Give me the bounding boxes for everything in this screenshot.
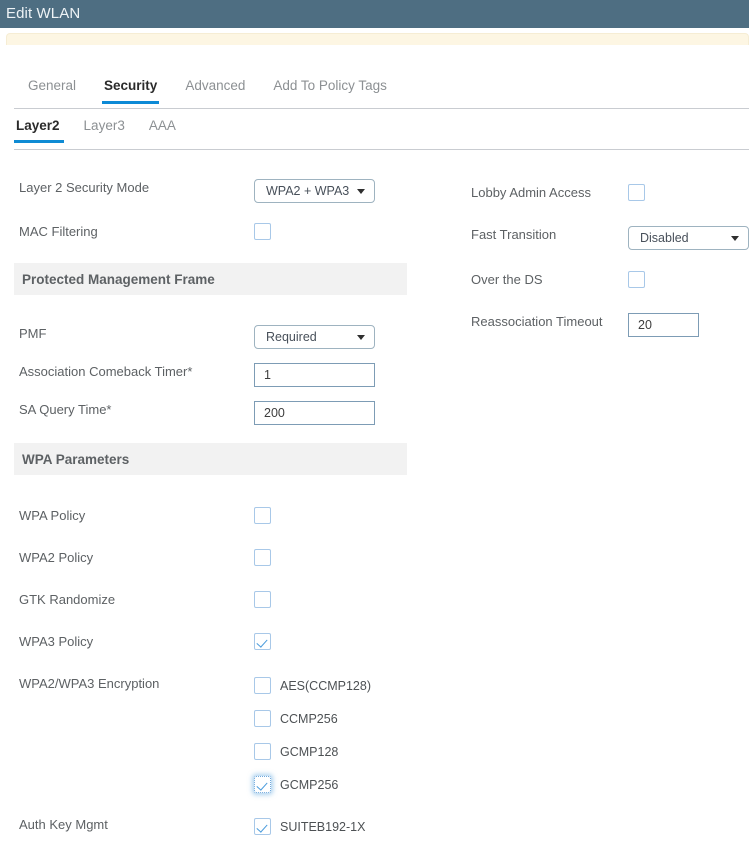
gtk-randomize-label: GTK Randomize bbox=[19, 592, 116, 607]
wpa2-policy-checkbox[interactable] bbox=[254, 549, 271, 566]
secondary-tab-bar: Layer2 Layer3 AAA bbox=[0, 117, 749, 149]
gcmp256-checkbox[interactable] bbox=[254, 776, 271, 793]
security-form-right-column: Lobby Admin Access Fast Transition Disab… bbox=[455, 170, 749, 337]
mac-filtering-checkbox[interactable] bbox=[254, 223, 271, 240]
tab-security-label: Security bbox=[104, 78, 158, 93]
auth-key-mgmt-option-suiteb192-1x: SUITEB192-1X bbox=[254, 816, 365, 837]
tab-aaa-label: AAA bbox=[148, 118, 176, 133]
ccmp256-label: CCMP256 bbox=[280, 711, 338, 726]
suiteb192-1x-checkbox[interactable] bbox=[254, 818, 271, 835]
tab-layer2-label: Layer2 bbox=[16, 118, 60, 133]
fast-transition-label: Fast Transition bbox=[471, 227, 557, 242]
field-wpa2-wpa3-encryption: WPA2/WPA3 Encryption AES(CCMP128) CCMP25… bbox=[0, 675, 430, 795]
tab-layer3-label: Layer3 bbox=[83, 118, 125, 133]
field-wpa3-policy: WPA3 Policy bbox=[0, 633, 430, 654]
encryption-option-ccmp256: CCMP256 bbox=[254, 708, 371, 729]
tab-advanced[interactable]: Advanced bbox=[171, 76, 259, 104]
secondary-tab-divider bbox=[14, 149, 749, 150]
association-comeback-timer-input[interactable]: 1 bbox=[254, 363, 375, 387]
section-header-protected-management-frame: Protected Management Frame bbox=[14, 263, 407, 295]
primary-tab-bar: General Security Advanced Add To Policy … bbox=[0, 76, 749, 109]
protected-management-frame-heading: Protected Management Frame bbox=[22, 271, 215, 287]
sa-query-time-input[interactable]: 200 bbox=[254, 401, 375, 425]
pmf-dropdown[interactable]: Required bbox=[254, 325, 375, 349]
aes-ccmp128-checkbox[interactable] bbox=[254, 677, 271, 694]
wpa-policy-label: WPA Policy bbox=[19, 508, 86, 523]
sa-query-time-value: 200 bbox=[264, 406, 285, 420]
chevron-down-icon bbox=[357, 189, 365, 194]
wpa2-wpa3-encryption-label: WPA2/WPA3 Encryption bbox=[19, 676, 160, 691]
tab-add-to-policy-tags[interactable]: Add To Policy Tags bbox=[259, 76, 401, 104]
notification-banner bbox=[6, 33, 749, 45]
page-title: Edit WLAN bbox=[6, 5, 81, 22]
field-sa-query-time: SA Query Time* 200 bbox=[0, 401, 430, 425]
encryption-option-aes-ccmp128: AES(CCMP128) bbox=[254, 675, 371, 696]
aes-ccmp128-label: AES(CCMP128) bbox=[280, 678, 371, 693]
reassociation-timeout-input[interactable]: 20 bbox=[628, 313, 699, 337]
primary-tab-divider bbox=[14, 108, 749, 109]
encryption-option-list: AES(CCMP128) CCMP256 GCMP128 GCMP256 bbox=[254, 675, 371, 795]
security-form-left-column: Layer 2 Security Mode WPA2 + WPA3 MAC Fi… bbox=[0, 165, 430, 837]
tab-security[interactable]: Security bbox=[90, 76, 171, 104]
gcmp128-label: GCMP128 bbox=[280, 744, 339, 759]
tab-general[interactable]: General bbox=[14, 76, 90, 104]
encryption-option-gcmp128: GCMP128 bbox=[254, 741, 371, 762]
mac-filtering-label: MAC Filtering bbox=[19, 224, 98, 239]
layer2-security-mode-value: WPA2 + WPA3 bbox=[266, 184, 350, 198]
over-the-ds-label: Over the DS bbox=[471, 272, 543, 287]
fast-transition-dropdown[interactable]: Disabled bbox=[628, 226, 749, 250]
tab-general-label: General bbox=[28, 78, 77, 93]
wpa-policy-checkbox[interactable] bbox=[254, 507, 271, 524]
wpa3-policy-label: WPA3 Policy bbox=[19, 634, 94, 649]
association-comeback-timer-label: Association Comeback Timer* bbox=[19, 364, 193, 379]
field-fast-transition: Fast Transition Disabled bbox=[455, 226, 749, 250]
tab-layer3[interactable]: Layer3 bbox=[72, 117, 137, 143]
layer2-security-mode-label: Layer 2 Security Mode bbox=[19, 180, 150, 195]
layer2-security-mode-dropdown[interactable]: WPA2 + WPA3 bbox=[254, 179, 375, 203]
wpa-parameters-heading: WPA Parameters bbox=[22, 451, 130, 467]
field-auth-key-mgmt: Auth Key Mgmt SUITEB192-1X bbox=[0, 816, 430, 837]
window-title-bar: Edit WLAN bbox=[0, 0, 749, 28]
wpa2-policy-label: WPA2 Policy bbox=[19, 550, 94, 565]
section-header-wpa-parameters: WPA Parameters bbox=[14, 443, 407, 475]
field-mac-filtering: MAC Filtering bbox=[0, 223, 430, 244]
auth-key-mgmt-label: Auth Key Mgmt bbox=[19, 817, 108, 832]
encryption-option-gcmp256: GCMP256 bbox=[254, 774, 371, 795]
over-the-ds-checkbox[interactable] bbox=[628, 271, 645, 288]
pmf-label: PMF bbox=[19, 326, 47, 341]
lobby-admin-access-checkbox[interactable] bbox=[628, 184, 645, 201]
field-association-comeback-timer: Association Comeback Timer* 1 bbox=[0, 363, 430, 387]
sa-query-time-label: SA Query Time* bbox=[19, 402, 112, 417]
reassociation-timeout-label: Reassociation Timeout bbox=[471, 314, 603, 329]
field-over-the-ds: Over the DS bbox=[455, 271, 749, 292]
suiteb192-1x-label: SUITEB192-1X bbox=[280, 819, 366, 834]
field-reassociation-timeout: Reassociation Timeout 20 bbox=[455, 313, 749, 337]
tab-advanced-label: Advanced bbox=[185, 78, 246, 93]
field-lobby-admin-access: Lobby Admin Access bbox=[455, 184, 749, 205]
field-pmf: PMF Required bbox=[0, 325, 430, 349]
gcmp128-checkbox[interactable] bbox=[254, 743, 271, 760]
field-gtk-randomize: GTK Randomize bbox=[0, 591, 430, 612]
chevron-down-icon bbox=[731, 236, 739, 241]
lobby-admin-access-label: Lobby Admin Access bbox=[471, 185, 591, 200]
association-comeback-timer-value: 1 bbox=[264, 368, 271, 382]
field-layer2-security-mode: Layer 2 Security Mode WPA2 + WPA3 bbox=[0, 179, 430, 203]
pmf-value: Required bbox=[266, 330, 317, 344]
tab-add-to-policy-tags-label: Add To Policy Tags bbox=[273, 78, 387, 93]
ccmp256-checkbox[interactable] bbox=[254, 710, 271, 727]
gtk-randomize-checkbox[interactable] bbox=[254, 591, 271, 608]
field-wpa2-policy: WPA2 Policy bbox=[0, 549, 430, 570]
fast-transition-value: Disabled bbox=[640, 231, 689, 245]
field-wpa-policy: WPA Policy bbox=[0, 507, 430, 528]
gcmp256-label: GCMP256 bbox=[280, 777, 339, 792]
wpa3-policy-checkbox[interactable] bbox=[254, 633, 271, 650]
tab-layer2[interactable]: Layer2 bbox=[14, 117, 72, 143]
tab-aaa[interactable]: AAA bbox=[137, 117, 188, 143]
chevron-down-icon bbox=[357, 335, 365, 340]
reassociation-timeout-value: 20 bbox=[638, 318, 652, 332]
auth-key-mgmt-option-list: SUITEB192-1X bbox=[254, 816, 365, 837]
